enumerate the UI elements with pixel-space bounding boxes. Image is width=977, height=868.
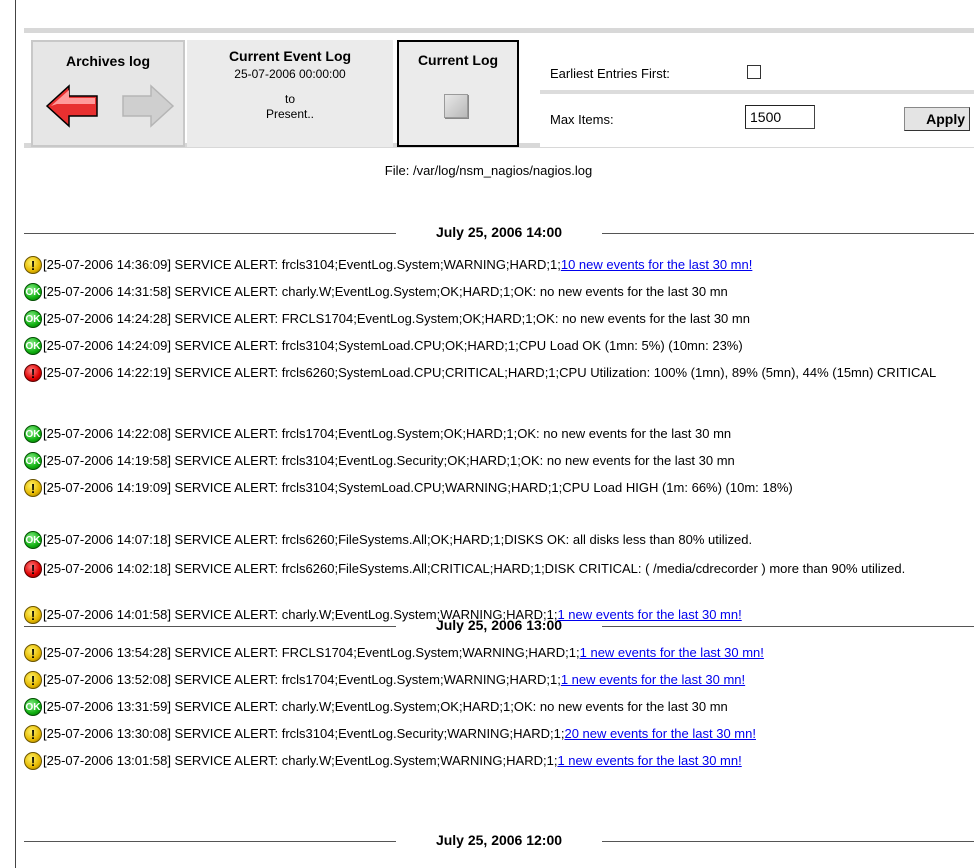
- log-entry-message: [25-07-2006 14:22:19] SERVICE ALERT: frc…: [43, 365, 937, 380]
- log-entry-text: [25-07-2006 13:01:58] SERVICE ALERT: cha…: [43, 753, 974, 769]
- current-event-log-panel: Current Event Log 25-07-2006 00:00:00 to…: [187, 40, 393, 147]
- log-entry-text: [25-07-2006 14:22:08] SERVICE ALERT: frc…: [43, 426, 974, 442]
- ok-status-icon: OK: [24, 283, 42, 301]
- warning-status-icon: !: [24, 256, 42, 274]
- log-entry-text: [25-07-2006 13:31:59] SERVICE ALERT: cha…: [43, 699, 974, 715]
- log-entry-text: [25-07-2006 14:22:19] SERVICE ALERT: frc…: [43, 365, 974, 381]
- ok-status-icon: OK: [24, 531, 42, 549]
- log-entry-text: [25-07-2006 14:01:58] SERVICE ALERT: cha…: [43, 607, 974, 623]
- max-items-label: Max Items:: [550, 112, 614, 127]
- options-panel: Earliest Entries First: Max Items: Apply: [540, 40, 974, 147]
- ok-status-icon: OK: [24, 337, 42, 355]
- log-entry-message: [25-07-2006 14:19:58] SERVICE ALERT: frc…: [43, 453, 735, 468]
- current-log-square-icon: [444, 94, 468, 118]
- current-event-log-title: Current Event Log: [228, 48, 352, 64]
- log-entry-message: [25-07-2006 14:31:58] SERVICE ALERT: cha…: [43, 284, 728, 299]
- max-items-row: Max Items: Apply: [540, 95, 974, 145]
- log-entry-text: [25-07-2006 14:02:18] SERVICE ALERT: frc…: [43, 561, 974, 577]
- ok-status-icon: OK: [24, 310, 42, 328]
- log-entry-message: [25-07-2006 14:07:18] SERVICE ALERT: frc…: [43, 532, 753, 547]
- earliest-entries-label: Earliest Entries First:: [550, 66, 670, 81]
- warning-status-icon: !: [24, 725, 42, 743]
- current-event-log-date: 25-07-2006 00:00:00: [234, 67, 346, 81]
- log-entry-text: [25-07-2006 14:31:58] SERVICE ALERT: cha…: [43, 284, 974, 300]
- warning-status-icon: !: [24, 644, 42, 662]
- log-entry-link[interactable]: 1 new events for the last 30 mn!: [561, 672, 745, 687]
- hour-separator: July 25, 2006 12:00: [24, 832, 974, 850]
- warning-status-icon: !: [24, 479, 42, 497]
- forward-arrow-icon: [122, 84, 175, 128]
- ok-status-icon: OK: [24, 452, 42, 470]
- current-event-log-present: Present..: [265, 107, 315, 121]
- ok-status-icon: OK: [24, 698, 42, 716]
- warning-status-icon: !: [24, 606, 42, 624]
- current-event-log-to: to: [284, 92, 295, 106]
- archives-log-panel: Archives log: [31, 40, 185, 147]
- hour-separator: July 25, 2006 14:00: [24, 224, 974, 242]
- log-entry-message: [25-07-2006 13:54:28] SERVICE ALERT: FRC…: [43, 645, 580, 660]
- hour-separator-label: July 25, 2006 14:00: [435, 224, 563, 240]
- log-entry-text: [25-07-2006 14:19:09] SERVICE ALERT: frc…: [43, 480, 974, 496]
- log-entry-text: [25-07-2006 14:07:18] SERVICE ALERT: frc…: [43, 532, 974, 548]
- log-entry-message: [25-07-2006 13:01:58] SERVICE ALERT: cha…: [43, 753, 558, 768]
- log-entry-message: [25-07-2006 14:36:09] SERVICE ALERT: frc…: [43, 257, 561, 272]
- log-entry-text: [25-07-2006 13:52:08] SERVICE ALERT: frc…: [43, 672, 974, 688]
- warning-status-icon: !: [24, 671, 42, 689]
- log-entry-message: [25-07-2006 13:52:08] SERVICE ALERT: frc…: [43, 672, 561, 687]
- log-entry-link[interactable]: 10 new events for the last 30 mn!: [561, 257, 753, 272]
- log-file-path: File: /var/log/nsm_nagios/nagios.log: [384, 163, 593, 178]
- archives-log-title: Archives log: [65, 53, 151, 69]
- ok-status-icon: OK: [24, 425, 42, 443]
- earliest-entries-checkbox[interactable]: [747, 65, 761, 79]
- critical-status-icon: !: [24, 364, 42, 382]
- log-entry-message: [25-07-2006 13:31:59] SERVICE ALERT: cha…: [43, 699, 728, 714]
- log-entry-text: [25-07-2006 13:54:28] SERVICE ALERT: FRC…: [43, 645, 974, 661]
- log-entry-message: [25-07-2006 14:01:58] SERVICE ALERT: cha…: [43, 607, 558, 622]
- log-entry-message: [25-07-2006 14:24:09] SERVICE ALERT: frc…: [43, 338, 743, 353]
- log-entry-text: [25-07-2006 14:24:28] SERVICE ALERT: FRC…: [43, 311, 974, 327]
- current-log-title: Current Log: [417, 52, 499, 68]
- log-entry-text: [25-07-2006 14:24:09] SERVICE ALERT: frc…: [43, 338, 974, 354]
- warning-status-icon: !: [24, 752, 42, 770]
- current-log-button[interactable]: Current Log: [397, 40, 519, 147]
- earliest-entries-row: Earliest Entries First:: [540, 40, 974, 94]
- log-entry-message: [25-07-2006 14:24:28] SERVICE ALERT: FRC…: [43, 311, 750, 326]
- log-entry-link[interactable]: 1 new events for the last 30 mn!: [557, 607, 741, 622]
- max-items-input[interactable]: [745, 105, 815, 129]
- log-entry-text: [25-07-2006 14:19:58] SERVICE ALERT: frc…: [43, 453, 974, 469]
- log-entry-text: [25-07-2006 14:36:09] SERVICE ALERT: frc…: [43, 257, 974, 273]
- log-entry-link[interactable]: 1 new events for the last 30 mn!: [557, 753, 741, 768]
- log-entry-message: [25-07-2006 14:02:18] SERVICE ALERT: frc…: [43, 561, 906, 576]
- critical-status-icon: !: [24, 560, 42, 578]
- log-entry-message: [25-07-2006 14:22:08] SERVICE ALERT: frc…: [43, 426, 732, 441]
- log-entry-message: [25-07-2006 13:30:08] SERVICE ALERT: frc…: [43, 726, 565, 741]
- log-entry-link[interactable]: 20 new events for the last 30 mn!: [564, 726, 756, 741]
- log-entry-link[interactable]: 1 new events for the last 30 mn!: [580, 645, 764, 660]
- log-entry-text: [25-07-2006 13:30:08] SERVICE ALERT: frc…: [43, 726, 974, 742]
- apply-button[interactable]: Apply: [904, 107, 970, 131]
- log-entry-message: [25-07-2006 14:19:09] SERVICE ALERT: frc…: [43, 480, 793, 495]
- back-arrow-icon[interactable]: [45, 84, 99, 128]
- hour-separator-label: July 25, 2006 12:00: [435, 832, 563, 848]
